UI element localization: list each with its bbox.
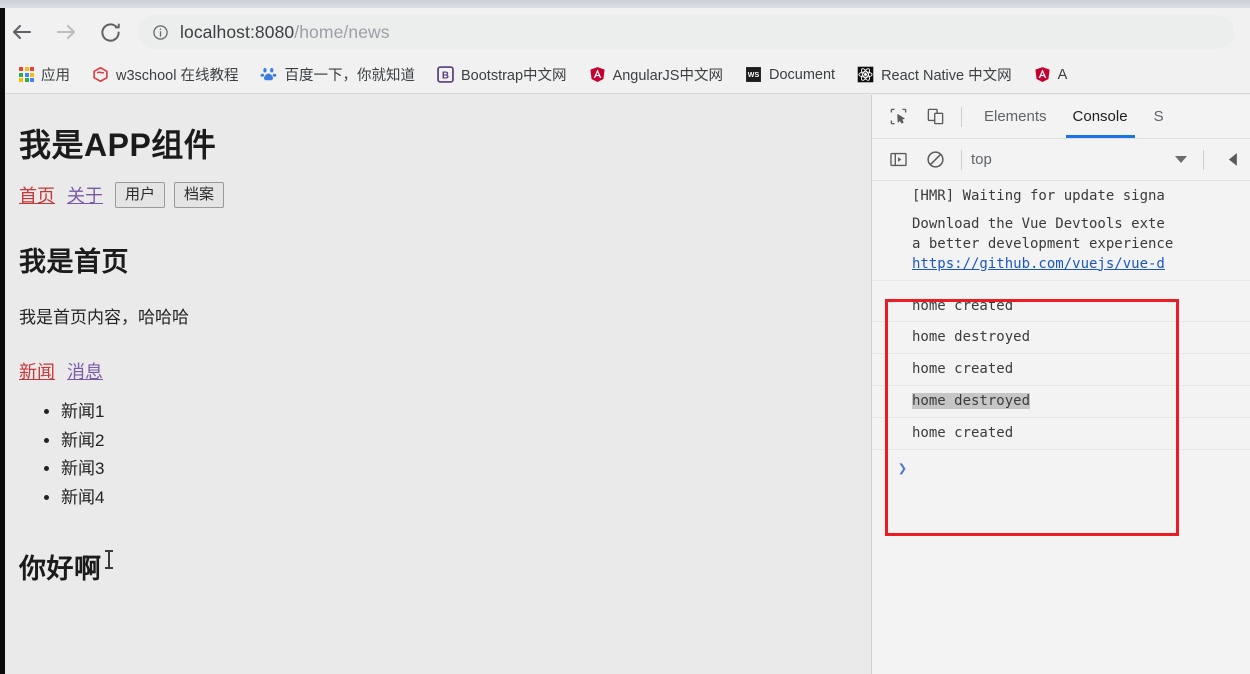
bookmark-label: A bbox=[1057, 66, 1068, 83]
console-output[interactable]: [HMR] Waiting for update signa Download … bbox=[872, 181, 1250, 674]
clear-console-button[interactable] bbox=[918, 145, 952, 175]
angularjs-icon bbox=[1034, 66, 1051, 83]
inspect-element-button[interactable] bbox=[881, 102, 915, 132]
console-message: a better development experience bbox=[912, 235, 1174, 252]
console-message-selected: home destroyed bbox=[912, 393, 1031, 410]
chevron-down-icon bbox=[1175, 156, 1187, 163]
console-message: home destroyed bbox=[872, 386, 1250, 419]
console-message: home created bbox=[872, 354, 1250, 387]
home-heading: 我是首页 bbox=[19, 247, 129, 277]
bookmark-label: w3school 在线教程 bbox=[116, 68, 239, 84]
url-host: localhost:8080 bbox=[180, 21, 295, 42]
bookmark-baidu[interactable]: 百度一下，你就知道 bbox=[255, 61, 420, 89]
list-item: 新闻4 bbox=[61, 484, 870, 513]
hello-heading: 你好啊 bbox=[19, 554, 102, 585]
filterbar-divider-2 bbox=[1203, 149, 1204, 170]
page-viewport: 我是APP组件 首页 关于 用户 档案 我是首页 我是首页内容，哈哈哈 新闻 消… bbox=[5, 95, 870, 674]
console-filter-bar: top bbox=[872, 139, 1250, 181]
app-nav: 首页 关于 用户 档案 bbox=[19, 180, 870, 210]
filterbar-divider bbox=[961, 149, 962, 170]
bookmark-label: Bootstrap中文网 bbox=[460, 68, 567, 84]
devtools-panel: Elements Console S top [HMR] Waiting for… bbox=[871, 95, 1250, 674]
app-root: 我是APP组件 首页 关于 用户 档案 我是首页 我是首页内容，哈哈哈 新闻 消… bbox=[5, 95, 870, 586]
execution-context-select[interactable]: top bbox=[971, 151, 1197, 168]
devtools-tabbar: Elements Console S bbox=[872, 95, 1250, 139]
text-cursor bbox=[105, 550, 113, 569]
console-settings-button[interactable] bbox=[1213, 145, 1247, 175]
console-message: home created bbox=[872, 418, 1250, 451]
bookmark-bootstrap[interactable]: B Bootstrap中文网 bbox=[432, 61, 572, 89]
window-left-edge bbox=[0, 8, 5, 674]
bookmark-angularjs-2[interactable]: A bbox=[1029, 61, 1073, 89]
react-native-icon bbox=[857, 66, 874, 83]
tab-console[interactable]: Console bbox=[1060, 95, 1141, 138]
forward-button[interactable] bbox=[44, 10, 88, 54]
tab-strip bbox=[0, 0, 1250, 8]
svg-text:WS: WS bbox=[748, 71, 760, 79]
sub-link-message[interactable]: 消息 bbox=[67, 358, 103, 384]
nav-link-about[interactable]: 关于 bbox=[67, 182, 103, 208]
sub-link-news[interactable]: 新闻 bbox=[19, 358, 55, 384]
news-list: 新闻1 新闻2 新闻3 新闻4 bbox=[19, 398, 870, 512]
tab-elements[interactable]: Elements bbox=[971, 95, 1060, 138]
browser-window: localhost:8080/home/news 应用 w3school 在线教… bbox=[0, 0, 1250, 674]
page-title: 我是APP组件 bbox=[19, 127, 217, 163]
bookmark-document[interactable]: WS Document bbox=[740, 61, 840, 89]
console-sidebar-button[interactable] bbox=[881, 145, 915, 175]
console-message: Download the Vue Devtools exte bbox=[912, 215, 1165, 232]
list-item: 新闻1 bbox=[61, 398, 870, 427]
console-message: home created bbox=[872, 291, 1250, 323]
console-message: https://github.com/vuejs/vue-d bbox=[872, 254, 1250, 281]
site-info-icon[interactable] bbox=[152, 24, 169, 41]
bookmark-label: 百度一下，你就知道 bbox=[284, 68, 415, 84]
nav-button-profile[interactable]: 档案 bbox=[174, 182, 225, 208]
back-button[interactable] bbox=[0, 10, 44, 54]
angularjs-icon bbox=[589, 66, 606, 83]
svg-text:B: B bbox=[442, 70, 449, 81]
home-paragraph: 我是首页内容，哈哈哈 bbox=[19, 308, 189, 327]
bookmark-apps[interactable]: 应用 bbox=[14, 61, 75, 89]
browser-toolbar: localhost:8080/home/news bbox=[0, 8, 1250, 56]
console-prompt-chevron-icon: ❯ bbox=[898, 459, 908, 478]
list-item: 新闻3 bbox=[61, 455, 870, 484]
bookmark-label: AngularJS中文网 bbox=[612, 68, 723, 84]
w3school-icon bbox=[92, 66, 109, 83]
ws-document-icon: WS bbox=[745, 66, 762, 83]
bookmark-w3school[interactable]: w3school 在线教程 bbox=[87, 61, 243, 89]
toolbar-divider bbox=[961, 106, 962, 127]
device-toolbar-button[interactable] bbox=[918, 102, 952, 132]
console-prompt[interactable]: ❯ bbox=[872, 450, 1250, 477]
console-message: [HMR] Waiting for update signa bbox=[912, 188, 1165, 204]
tab-sources[interactable]: S bbox=[1141, 95, 1177, 138]
bookmark-label: 应用 bbox=[41, 68, 70, 84]
home-sub-nav: 新闻 消息 bbox=[19, 358, 870, 384]
execution-context-value: top bbox=[971, 151, 992, 168]
address-bar[interactable]: localhost:8080/home/news bbox=[138, 15, 1234, 49]
nav-button-user[interactable]: 用户 bbox=[115, 182, 166, 208]
bookmark-label: Document bbox=[768, 66, 836, 83]
nav-link-home[interactable]: 首页 bbox=[19, 182, 55, 208]
url-path: /home/news bbox=[294, 21, 390, 42]
bookmark-angularjs[interactable]: AngularJS中文网 bbox=[584, 61, 728, 89]
bookmark-react-native[interactable]: React Native 中文网 bbox=[852, 61, 1017, 89]
console-message: home destroyed bbox=[872, 322, 1250, 355]
apps-grid-icon bbox=[19, 67, 34, 82]
bookmark-label: React Native 中文网 bbox=[881, 68, 1012, 84]
bookmarks-bar: 应用 w3school 在线教程 百度一下，你就知道 B Bootstrap中文… bbox=[0, 56, 1250, 94]
bootstrap-icon: B bbox=[437, 66, 454, 83]
list-item: 新闻2 bbox=[61, 427, 870, 456]
reload-button[interactable] bbox=[88, 10, 132, 54]
console-link[interactable]: https://github.com/vuejs/vue-d bbox=[912, 256, 1165, 272]
address-bar-text: localhost:8080/home/news bbox=[180, 22, 390, 43]
baidu-icon bbox=[260, 66, 277, 83]
